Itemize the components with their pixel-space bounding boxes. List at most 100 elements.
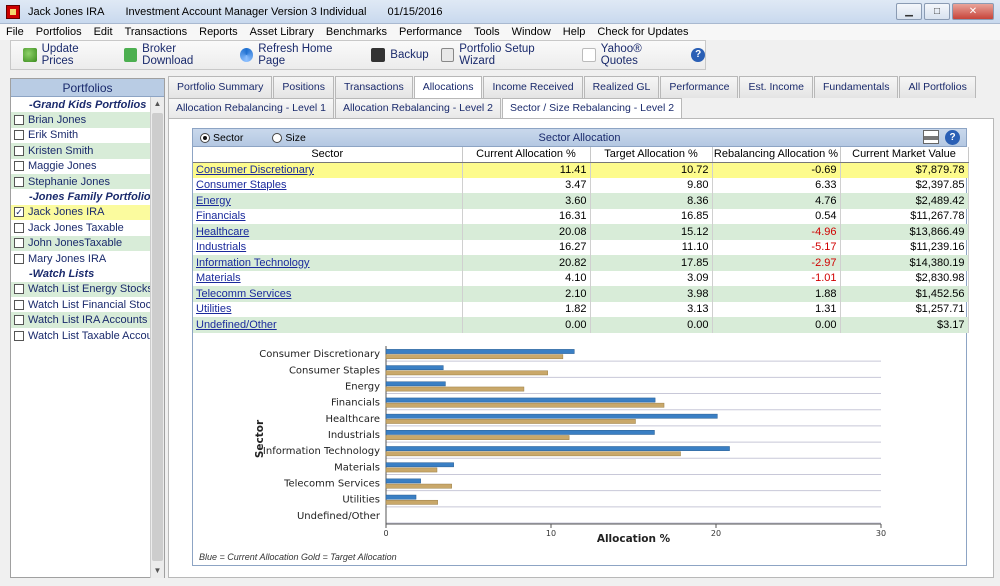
- sidebar-item-erik-smith[interactable]: Erik Smith: [11, 127, 151, 144]
- checkbox[interactable]: [14, 145, 24, 156]
- checkbox[interactable]: [14, 330, 24, 341]
- checkbox[interactable]: [14, 238, 24, 249]
- table-row[interactable]: Consumer Discretionary 11.41 10.72 -0.69 $7,…: [193, 162, 969, 178]
- sidebar-item-maggie-jones[interactable]: Maggie Jones: [11, 158, 151, 174]
- sidebar-item-john-jonestaxable[interactable]: John JonesTaxable: [11, 235, 151, 251]
- checkbox[interactable]: [14, 315, 24, 326]
- radio-size[interactable]: Size: [272, 132, 306, 144]
- printer-icon[interactable]: [923, 130, 939, 144]
- sector-link[interactable]: Consumer Discretionary: [193, 162, 463, 178]
- subtab-sector-size-rebalancing-level-2[interactable]: Sector / Size Rebalancing - Level 2: [502, 98, 683, 119]
- column-header-rebalancing-allocation[interactable]: Rebalancing Allocation %: [712, 147, 841, 163]
- column-header-current-allocation[interactable]: Current Allocation %: [462, 147, 591, 163]
- menu-transactions[interactable]: Transactions: [119, 26, 194, 38]
- sector-link[interactable]: Consumer Staples: [193, 177, 463, 193]
- portfolio-setup-wizard-button[interactable]: Portfolio Setup Wizard: [440, 43, 571, 67]
- sidebar-item-stephanie-jones[interactable]: Stephanie Jones: [11, 173, 151, 190]
- sector-link[interactable]: Healthcare: [193, 224, 463, 240]
- sector-link[interactable]: Telecomm Services: [193, 286, 463, 302]
- table-row[interactable]: Financials 16.31 16.85 0.54 $11,267.78: [193, 208, 969, 224]
- backup-button[interactable]: Backup: [371, 48, 429, 62]
- menu-benchmarks[interactable]: Benchmarks: [320, 26, 393, 38]
- scroll-thumb[interactable]: [152, 113, 163, 561]
- menu-check-for-updates[interactable]: Check for Updates: [591, 26, 694, 38]
- checkbox[interactable]: [14, 115, 24, 126]
- table-row[interactable]: Undefined/Other 0.00 0.00 0.00 $3.17: [193, 317, 969, 333]
- menu-portfolios[interactable]: Portfolios: [30, 26, 88, 38]
- chart-category-label: Utilities: [342, 495, 380, 506]
- sidebar-item-mary-jones-ira[interactable]: Mary Jones IRA: [11, 250, 151, 267]
- radio-sector-dot[interactable]: [200, 132, 210, 143]
- column-header-current-market-value[interactable]: Current Market Value: [840, 147, 969, 163]
- tab-allocations[interactable]: Allocations: [413, 76, 483, 99]
- checkbox[interactable]: [14, 299, 24, 310]
- tab-all-portfolios[interactable]: All Portfolios: [899, 76, 976, 98]
- tab-realized-gl[interactable]: Realized GL: [583, 76, 660, 98]
- sector-link[interactable]: Financials: [193, 208, 463, 224]
- table-row[interactable]: Telecomm Services 2.10 3.98 1.88 $1,452.56: [193, 286, 969, 302]
- menu-edit[interactable]: Edit: [88, 26, 119, 38]
- table-row[interactable]: Consumer Staples 3.47 9.80 6.33 $2,397.85: [193, 177, 969, 193]
- sector-link[interactable]: Undefined/Other: [193, 317, 463, 333]
- sidebar-item-watch-list-taxable-accour[interactable]: Watch List Taxable Accour: [11, 327, 151, 344]
- sector-link[interactable]: Energy: [193, 193, 463, 209]
- sidebar-item-kristen-smith[interactable]: Kristen Smith: [11, 143, 151, 159]
- table-row[interactable]: Materials 4.10 3.09 -1.01 $2,830.98: [193, 270, 969, 286]
- scroll-down-icon[interactable]: ▼: [151, 564, 164, 578]
- sector-link[interactable]: Materials: [193, 270, 463, 286]
- checkbox[interactable]: [14, 176, 24, 187]
- tab-income-received[interactable]: Income Received: [483, 76, 583, 98]
- checkbox[interactable]: [14, 253, 24, 264]
- menu-reports[interactable]: Reports: [193, 26, 244, 38]
- yahoo-quotes-button[interactable]: Yahoo® Quotes: [582, 43, 679, 67]
- sidebar-item-watch-list-energy-stocks[interactable]: Watch List Energy Stocks: [11, 281, 151, 298]
- sidebar-item-jack-jones-ira[interactable]: ✓ Jack Jones IRA: [11, 204, 151, 221]
- menu-window[interactable]: Window: [506, 26, 557, 38]
- sidebar-item-jack-jones-taxable[interactable]: Jack Jones Taxable: [11, 220, 151, 236]
- column-header-sector[interactable]: Sector: [193, 147, 463, 163]
- close-button[interactable]: ✕: [952, 3, 994, 20]
- subtab-allocation-rebalancing-level-2[interactable]: Allocation Rebalancing - Level 2: [335, 98, 502, 118]
- tab-performance[interactable]: Performance: [660, 76, 739, 98]
- menu-help[interactable]: Help: [557, 26, 592, 38]
- broker-download-button[interactable]: Broker Download: [123, 43, 228, 67]
- sidebar-scrollbar[interactable]: ▲ ▼: [150, 97, 164, 578]
- sidebar-item-brian-jones[interactable]: Brian Jones: [11, 112, 151, 128]
- help-icon[interactable]: ?: [945, 130, 960, 145]
- table-row[interactable]: Utilities 1.82 3.13 1.31 $1,257.71: [193, 301, 969, 317]
- sector-link[interactable]: Utilities: [193, 301, 463, 317]
- table-row[interactable]: Energy 3.60 8.36 4.76 $2,489.42: [193, 193, 969, 209]
- update-prices-button[interactable]: Update Prices: [23, 43, 112, 67]
- menu-tools[interactable]: Tools: [468, 26, 506, 38]
- sidebar-item-watch-list-ira-accounts[interactable]: Watch List IRA Accounts: [11, 312, 151, 328]
- tab-transactions[interactable]: Transactions: [334, 76, 413, 98]
- radio-size-dot[interactable]: [272, 132, 283, 143]
- menu-asset-library[interactable]: Asset Library: [244, 26, 320, 38]
- tab-fundamentals[interactable]: Fundamentals: [813, 76, 899, 98]
- checkbox[interactable]: [14, 161, 24, 172]
- tab-est-income[interactable]: Est. Income: [739, 76, 813, 98]
- checkbox[interactable]: [14, 130, 24, 141]
- checkbox[interactable]: [14, 284, 24, 295]
- refresh-home-page-button[interactable]: Refresh Home Page: [239, 43, 360, 67]
- sector-link[interactable]: Industrials: [193, 239, 463, 255]
- radio-sector[interactable]: Sector: [200, 132, 243, 144]
- column-header-target-allocation[interactable]: Target Allocation %: [590, 147, 713, 163]
- menu-file[interactable]: File: [0, 26, 30, 38]
- scroll-up-icon[interactable]: ▲: [151, 97, 164, 111]
- tab-positions[interactable]: Positions: [273, 76, 334, 98]
- menu-performance[interactable]: Performance: [393, 26, 468, 38]
- subtab-allocation-rebalancing-level-1[interactable]: Allocation Rebalancing - Level 1: [168, 98, 335, 118]
- minimize-button[interactable]: ▁: [896, 3, 922, 20]
- table-row[interactable]: Healthcare 20.08 15.12 -4.96 $13,866.49: [193, 224, 969, 240]
- tab-portfolio-summary[interactable]: Portfolio Summary: [168, 76, 273, 98]
- help-icon[interactable]: ?: [691, 48, 705, 62]
- table-row[interactable]: Information Technology 20.82 17.85 -2.97 $14…: [193, 255, 969, 271]
- table-row[interactable]: Industrials 16.27 11.10 -5.17 $11,239.16: [193, 239, 969, 255]
- sector-link[interactable]: Information Technology: [193, 255, 463, 271]
- sidebar-item-watch-list-financial-stock[interactable]: Watch List Financial Stock: [11, 297, 151, 313]
- chart-bar-current: [385, 430, 655, 435]
- checkbox[interactable]: ✓: [14, 207, 24, 218]
- checkbox[interactable]: [14, 222, 24, 233]
- maximize-button[interactable]: □: [924, 3, 950, 20]
